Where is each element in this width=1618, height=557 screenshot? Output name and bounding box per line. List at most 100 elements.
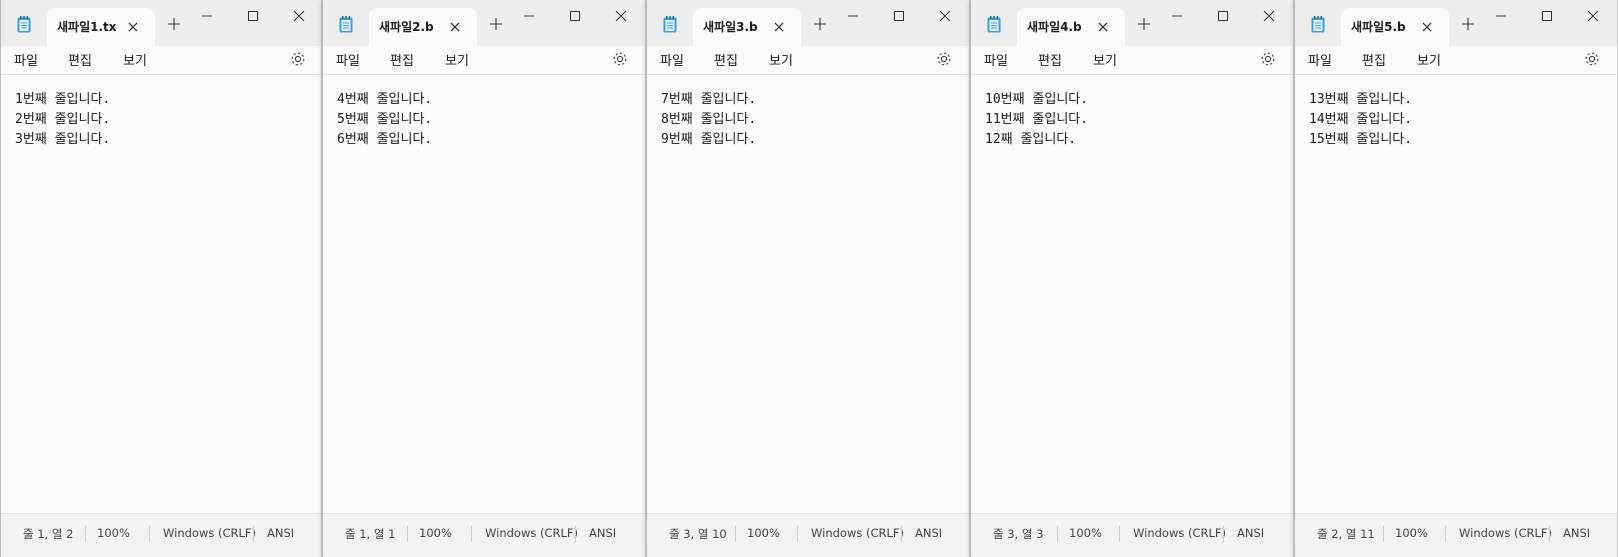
divider — [1057, 526, 1058, 542]
menu-bar: 파일 편집 보기 — [1295, 46, 1617, 75]
zoom-level: 100% — [419, 526, 452, 540]
minimize-icon[interactable] — [521, 8, 537, 24]
tab-title: 새파일2.b — [379, 20, 434, 34]
divider — [471, 526, 472, 542]
text-line: 13번째 줄입니다. — [1309, 92, 1413, 107]
menu-view[interactable]: 보기 — [769, 50, 793, 69]
divider — [735, 526, 736, 542]
notepad-window-1: 새파일1.tx 파일 편집 보기 1번째 줄입니다. 2번째 줄입니다. 3번째… — [0, 0, 322, 557]
close-tab-icon[interactable] — [447, 19, 463, 35]
menu-edit[interactable]: 편집 — [1038, 50, 1062, 69]
new-tab-icon[interactable] — [489, 17, 503, 31]
close-tab-icon[interactable] — [1095, 19, 1111, 35]
line-ending: Windows (CRLF) — [1133, 526, 1227, 540]
divider — [407, 526, 408, 542]
maximize-icon[interactable] — [891, 8, 907, 24]
menu-view[interactable]: 보기 — [1093, 50, 1117, 69]
menu-bar: 파일 편집 보기 — [647, 46, 969, 75]
minimize-icon[interactable] — [1169, 8, 1185, 24]
divider — [575, 526, 576, 542]
minimize-icon[interactable] — [845, 8, 861, 24]
maximize-icon[interactable] — [567, 8, 583, 24]
close-window-icon[interactable] — [613, 8, 629, 24]
settings-gear-icon[interactable] — [611, 50, 629, 68]
menu-file[interactable]: 파일 — [984, 50, 1008, 69]
new-tab-icon[interactable] — [1137, 17, 1151, 31]
menu-edit[interactable]: 편집 — [714, 50, 738, 69]
zoom-level: 100% — [97, 526, 130, 540]
title-bar[interactable]: 새파일3.b — [647, 0, 969, 46]
close-window-icon[interactable] — [937, 8, 953, 24]
line-ending: Windows (CRLF) — [1459, 526, 1553, 540]
close-window-icon[interactable] — [291, 8, 307, 24]
document-tab[interactable]: 새파일3.b — [693, 8, 801, 46]
close-tab-icon[interactable] — [125, 19, 141, 35]
line-ending: Windows (CRLF) — [485, 526, 579, 540]
menu-edit[interactable]: 편집 — [68, 50, 92, 69]
zoom-level: 100% — [1395, 526, 1428, 540]
close-window-icon[interactable] — [1261, 8, 1277, 24]
status-bar: 줄 1, 열 2 100% Windows (CRLF) ANSI — [1, 513, 321, 557]
divider — [149, 526, 150, 542]
settings-gear-icon[interactable] — [935, 50, 953, 68]
menu-edit[interactable]: 편집 — [390, 50, 414, 69]
text-editor[interactable]: 1번째 줄입니다. 2번째 줄입니다. 3번째 줄입니다. — [15, 90, 311, 150]
text-line: 3번째 줄입니다. — [15, 132, 111, 147]
title-bar[interactable]: 새파일5.b — [1295, 0, 1617, 46]
new-tab-icon[interactable] — [1461, 17, 1475, 31]
maximize-icon[interactable] — [245, 8, 261, 24]
title-bar[interactable]: 새파일1.tx — [1, 0, 321, 46]
menu-view[interactable]: 보기 — [445, 50, 469, 69]
text-line: 2번째 줄입니다. — [15, 112, 111, 127]
settings-gear-icon[interactable] — [1259, 50, 1277, 68]
text-line: 10번째 줄입니다. — [985, 92, 1089, 107]
maximize-icon[interactable] — [1539, 8, 1555, 24]
status-bar: 줄 3, 열 3 100% Windows (CRLF) ANSI — [971, 513, 1293, 557]
tab-title: 새파일3.b — [703, 20, 758, 34]
menu-edit[interactable]: 편집 — [1362, 50, 1386, 69]
document-tab[interactable]: 새파일4.b — [1017, 8, 1125, 46]
menu-file[interactable]: 파일 — [14, 50, 38, 69]
tab-title: 새파일5.b — [1351, 20, 1406, 34]
minimize-icon[interactable] — [199, 8, 215, 24]
maximize-icon[interactable] — [1215, 8, 1231, 24]
text-editor[interactable]: 4번째 줄입니다. 5번째 줄입니다. 6번째 줄입니다. — [337, 90, 635, 150]
menu-file[interactable]: 파일 — [336, 50, 360, 69]
text-line: 6번째 줄입니다. — [337, 132, 433, 147]
document-tab[interactable]: 새파일2.b — [369, 8, 477, 46]
divider — [1445, 526, 1446, 542]
text-line: 11번째 줄입니다. — [985, 112, 1089, 127]
menu-file[interactable]: 파일 — [660, 50, 684, 69]
settings-gear-icon[interactable] — [1583, 50, 1601, 68]
text-line: 15번째 줄입니다. — [1309, 132, 1413, 147]
text-line: 1번째 줄입니다. — [15, 92, 111, 107]
new-tab-icon[interactable] — [167, 17, 181, 31]
new-tab-icon[interactable] — [813, 17, 827, 31]
line-ending: Windows (CRLF) — [163, 526, 257, 540]
title-bar[interactable]: 새파일2.b — [323, 0, 645, 46]
close-tab-icon[interactable] — [1419, 19, 1435, 35]
text-editor[interactable]: 13번째 줄입니다. 14번째 줄입니다. 15번째 줄입니다. — [1309, 90, 1607, 150]
minimize-icon[interactable] — [1493, 8, 1509, 24]
menu-view[interactable]: 보기 — [1417, 50, 1441, 69]
encoding: ANSI — [915, 526, 943, 540]
divider — [253, 526, 254, 542]
close-window-icon[interactable] — [1585, 8, 1601, 24]
menu-file[interactable]: 파일 — [1308, 50, 1332, 69]
settings-gear-icon[interactable] — [289, 50, 307, 68]
tab-title: 새파일1.tx — [57, 20, 117, 34]
text-line: 12째 줄입니다. — [985, 132, 1077, 147]
cursor-position: 줄 1, 열 1 — [345, 527, 396, 541]
text-editor[interactable]: 7번째 줄입니다. 8번째 줄입니다. 9번째 줄입니다. — [661, 90, 959, 150]
title-bar[interactable]: 새파일4.b — [971, 0, 1293, 46]
document-tab[interactable]: 새파일5.b — [1341, 8, 1449, 46]
text-line: 8번째 줄입니다. — [661, 112, 757, 127]
document-tab[interactable]: 새파일1.tx — [47, 8, 155, 46]
line-ending: Windows (CRLF) — [811, 526, 905, 540]
text-editor[interactable]: 10번째 줄입니다. 11번째 줄입니다. 12째 줄입니다. — [985, 90, 1283, 150]
notepad-window-5: 새파일5.b 파일 편집 보기 13번째 줄입니다. 14번째 줄입니다. 15… — [1294, 0, 1618, 557]
divider — [1223, 526, 1224, 542]
close-tab-icon[interactable] — [771, 19, 787, 35]
menu-view[interactable]: 보기 — [123, 50, 147, 69]
cursor-position: 줄 3, 열 3 — [993, 527, 1044, 541]
